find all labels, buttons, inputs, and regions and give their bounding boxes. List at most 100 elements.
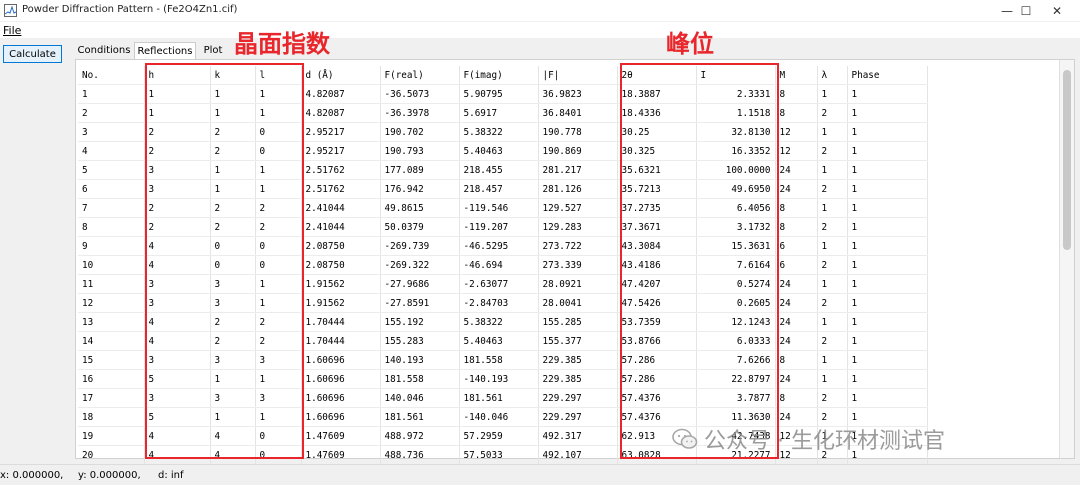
cell-multiplicity: 8: [775, 103, 818, 123]
cell-multiplicity: 24: [775, 160, 818, 180]
cell-phase: 1: [847, 274, 928, 294]
cell-f-imag: 218.457: [459, 179, 539, 199]
cell-d: 2.95217: [301, 141, 381, 161]
cell-f-imag: 5.38322: [459, 122, 539, 142]
cell-multiplicity: 24: [775, 312, 818, 332]
cell-f-real: 488.972: [380, 426, 460, 446]
cell-lambda: 2: [817, 217, 848, 237]
cell-f-abs: 28.0041: [538, 293, 618, 313]
cell-f-imag: 5.6917: [459, 103, 539, 123]
column-header-multiplicity[interactable]: M: [775, 66, 818, 85]
cell-phase: 1: [847, 388, 928, 408]
cell-d: 2.08750: [301, 236, 381, 256]
cell-multiplicity: 6: [775, 236, 818, 256]
cell-d: 1.91562: [301, 274, 381, 294]
cell-lambda: 1: [817, 84, 848, 104]
cell-phase: 1: [847, 217, 928, 237]
cell-phase: 1: [847, 312, 928, 332]
status-x: x: 0.000000,: [0, 470, 64, 481]
vertical-scrollbar[interactable]: [1059, 60, 1074, 458]
cell-no: 17: [78, 388, 145, 408]
cell-d: 1.47609: [301, 445, 381, 465]
cell-lambda: 1: [817, 198, 848, 218]
cell-f-real: -27.8591: [380, 293, 460, 313]
cell-phase: 1: [847, 293, 928, 313]
cell-phase: 1: [847, 198, 928, 218]
cell-no: 13: [78, 312, 145, 332]
cell-d: 2.95217: [301, 122, 381, 142]
watermark-text: 公众号 · 生化环材测试官: [704, 429, 945, 454]
window-title: Powder Diffraction Pattern - (Fe2O4Zn1.c…: [22, 4, 238, 15]
cell-no: 2: [78, 103, 145, 123]
cell-f-imag: 5.40463: [459, 141, 539, 161]
column-header-f-abs[interactable]: |F|: [538, 66, 618, 85]
cell-f-real: -27.9686: [380, 274, 460, 294]
cell-f-imag: 57.5033: [459, 445, 539, 465]
cell-multiplicity: 24: [775, 179, 818, 199]
plane-index-annotation: 晶面指数: [234, 30, 330, 58]
cell-f-real: 177.089: [380, 160, 460, 180]
watermark: 公众号 · 生化环材测试官: [672, 423, 945, 455]
menu-file[interactable]: File: [3, 24, 21, 37]
cell-no: 1: [78, 84, 145, 104]
cell-f-abs: 229.297: [538, 388, 618, 408]
cell-multiplicity: 8: [775, 198, 818, 218]
column-header-f-imag[interactable]: F(imag): [459, 66, 539, 85]
cell-f-abs: 129.527: [538, 198, 618, 218]
cell-d: 2.41044: [301, 198, 381, 218]
cell-lambda: 1: [817, 236, 848, 256]
cell-d: 1.47609: [301, 426, 381, 446]
cell-f-abs: 229.385: [538, 369, 618, 389]
column-header-d[interactable]: d (Å): [301, 66, 381, 85]
cell-multiplicity: 6: [775, 255, 818, 275]
cell-no: 5: [78, 160, 145, 180]
cell-f-imag: -140.193: [459, 369, 539, 389]
column-header-phase[interactable]: Phase: [847, 66, 928, 85]
cell-f-imag: -2.84703: [459, 293, 539, 313]
tab-plot[interactable]: Plot: [198, 42, 228, 59]
scrollbar-thumb[interactable]: [1063, 70, 1071, 250]
cell-f-real: -269.322: [380, 255, 460, 275]
cell-f-abs: 281.126: [538, 179, 618, 199]
close-button[interactable]: ✕: [1034, 0, 1080, 21]
calculate-button[interactable]: Calculate: [3, 45, 62, 63]
cell-f-imag: -119.546: [459, 198, 539, 218]
cell-no: 15: [78, 350, 145, 370]
cell-lambda: 2: [817, 179, 848, 199]
cell-f-abs: 129.283: [538, 217, 618, 237]
status-y: y: 0.000000,: [78, 470, 141, 481]
cell-f-real: -269.739: [380, 236, 460, 256]
cell-no: 12: [78, 293, 145, 313]
column-header-no[interactable]: No.: [78, 66, 145, 85]
cell-f-abs: 36.8401: [538, 103, 618, 123]
cell-f-imag: 5.38322: [459, 312, 539, 332]
wechat-icon: [672, 428, 698, 449]
cell-phase: 1: [847, 236, 928, 256]
tab-reflections[interactable]: Reflections: [134, 42, 196, 59]
cell-phase: 1: [847, 122, 928, 142]
cell-f-real: 181.561: [380, 407, 460, 427]
column-header-f-real[interactable]: F(real): [380, 66, 460, 85]
cell-d: 1.91562: [301, 293, 381, 313]
status-d: d: inf: [158, 470, 184, 481]
cell-f-real: 176.942: [380, 179, 460, 199]
cell-f-imag: -119.207: [459, 217, 539, 237]
cell-f-real: 140.193: [380, 350, 460, 370]
cell-f-abs: 492.107: [538, 445, 618, 465]
cell-f-real: -36.3978: [380, 103, 460, 123]
column-header-lambda[interactable]: λ: [817, 66, 848, 85]
cell-f-abs: 190.778: [538, 122, 618, 142]
peak-position-highlight-box: [620, 63, 779, 459]
cell-d: 1.60696: [301, 407, 381, 427]
cell-multiplicity: 8: [775, 388, 818, 408]
tab-conditions[interactable]: Conditions: [75, 42, 133, 59]
cell-phase: 1: [847, 160, 928, 180]
cell-lambda: 2: [817, 141, 848, 161]
cell-multiplicity: 24: [775, 369, 818, 389]
cell-lambda: 2: [817, 331, 848, 351]
cell-no: 18: [78, 407, 145, 427]
cell-f-abs: 28.0921: [538, 274, 618, 294]
cell-d: 2.08750: [301, 255, 381, 275]
plane-index-highlight-box: [145, 63, 304, 459]
cell-f-real: -36.5073: [380, 84, 460, 104]
